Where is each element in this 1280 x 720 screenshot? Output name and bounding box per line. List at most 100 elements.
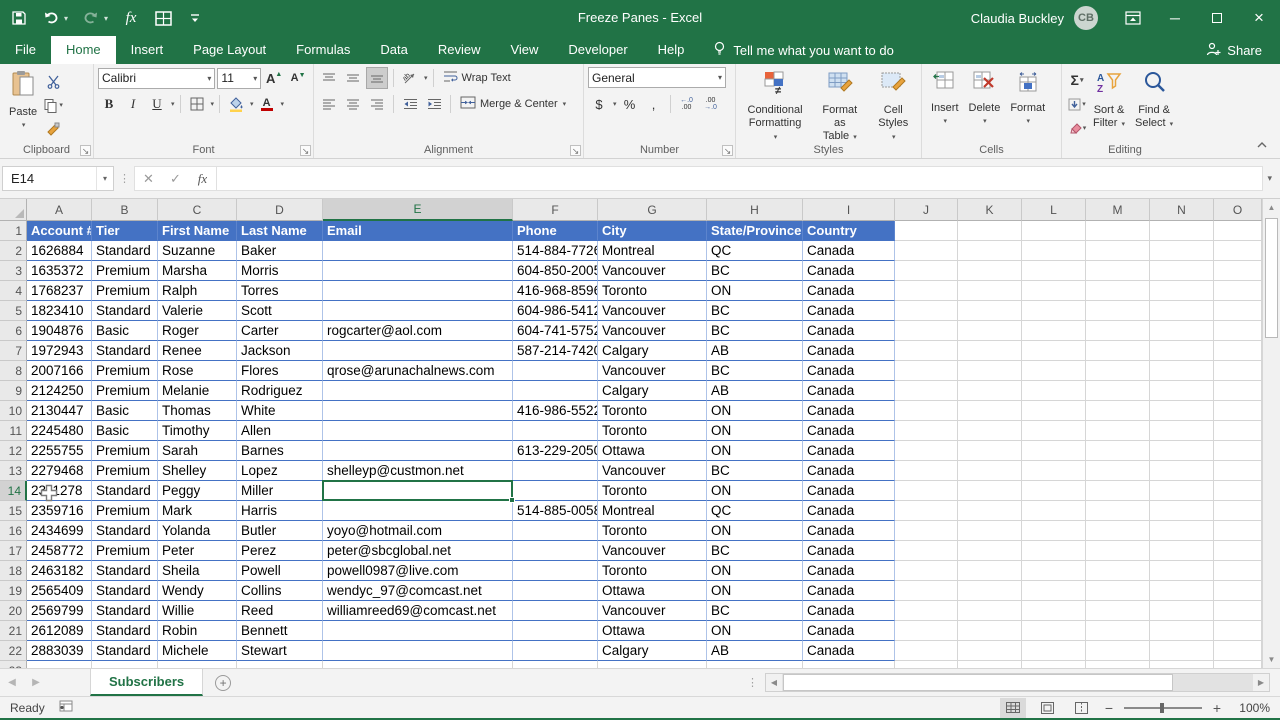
number-format-select[interactable]: General▾ xyxy=(588,67,726,88)
cell-K1[interactable] xyxy=(958,221,1022,241)
cell-A6[interactable]: 1904876 xyxy=(27,321,92,341)
cell-E4[interactable] xyxy=(323,281,513,301)
orientation-icon[interactable]: ab xyxy=(399,67,421,89)
select-all-corner[interactable] xyxy=(0,199,27,221)
cell-A7[interactable]: 1972943 xyxy=(27,341,92,361)
cell-H7[interactable]: AB xyxy=(707,341,803,361)
cell-L18[interactable] xyxy=(1022,561,1086,581)
row-header-20[interactable]: 20 xyxy=(0,601,27,621)
insert-cells-button[interactable]: Insert ▾ xyxy=(926,67,964,139)
accounting-format-icon[interactable]: $ xyxy=(588,93,610,115)
cell-G20[interactable]: Vancouver xyxy=(598,601,707,621)
format-cells-button[interactable]: Format ▾ xyxy=(1005,67,1050,139)
row-header-23[interactable]: 23 xyxy=(0,661,27,668)
cell-K7[interactable] xyxy=(958,341,1022,361)
cell-M11[interactable] xyxy=(1086,421,1150,441)
cell-G12[interactable]: Ottawa xyxy=(598,441,707,461)
cell-H6[interactable]: BC xyxy=(707,321,803,341)
cell-D12[interactable]: Barnes xyxy=(237,441,323,461)
ribbon-tab-view[interactable]: View xyxy=(495,36,553,64)
row-header-9[interactable]: 9 xyxy=(0,381,27,401)
cell-K2[interactable] xyxy=(958,241,1022,261)
cell-N1[interactable] xyxy=(1150,221,1214,241)
ribbon-tab-developer[interactable]: Developer xyxy=(553,36,642,64)
cell-N11[interactable] xyxy=(1150,421,1214,441)
row-header-1[interactable]: 1 xyxy=(0,221,27,241)
cell-D21[interactable]: Bennett xyxy=(237,621,323,641)
cell-D18[interactable]: Powell xyxy=(237,561,323,581)
cell-D17[interactable]: Perez xyxy=(237,541,323,561)
new-sheet-button[interactable]: + xyxy=(203,669,243,696)
ribbon-tab-help[interactable]: Help xyxy=(643,36,700,64)
cell-F1[interactable]: Phone xyxy=(513,221,598,241)
cell-L8[interactable] xyxy=(1022,361,1086,381)
cell-K16[interactable] xyxy=(958,521,1022,541)
undo-icon[interactable] xyxy=(42,9,60,27)
collapse-ribbon-icon[interactable] xyxy=(1256,136,1268,154)
cell-F10[interactable]: 416-986-5522 xyxy=(513,401,598,421)
cell-B21[interactable]: Standard xyxy=(92,621,158,641)
wrap-text-button[interactable]: Wrap Text xyxy=(439,68,515,88)
cell-F20[interactable] xyxy=(513,601,598,621)
cell-H13[interactable]: BC xyxy=(707,461,803,481)
cell-L22[interactable] xyxy=(1022,641,1086,661)
cell-B14[interactable]: Standard xyxy=(92,481,158,501)
cell-M8[interactable] xyxy=(1086,361,1150,381)
cell-J6[interactable] xyxy=(895,321,958,341)
cell-K23[interactable] xyxy=(958,661,1022,668)
cell-G13[interactable]: Vancouver xyxy=(598,461,707,481)
cell-I10[interactable]: Canada xyxy=(803,401,895,421)
cell-H8[interactable]: BC xyxy=(707,361,803,381)
cell-O2[interactable] xyxy=(1214,241,1262,261)
row-header-18[interactable]: 18 xyxy=(0,561,27,581)
cell-K12[interactable] xyxy=(958,441,1022,461)
formula-input[interactable] xyxy=(217,166,1263,191)
cell-N17[interactable] xyxy=(1150,541,1214,561)
cell-L4[interactable] xyxy=(1022,281,1086,301)
cell-G22[interactable]: Calgary xyxy=(598,641,707,661)
cell-E19[interactable]: wendyc_97@comcast.net xyxy=(323,581,513,601)
row-header-2[interactable]: 2 xyxy=(0,241,27,261)
cell-I19[interactable]: Canada xyxy=(803,581,895,601)
cell-D11[interactable]: Allen xyxy=(237,421,323,441)
name-box-dropdown-icon[interactable]: ▾ xyxy=(96,167,113,190)
column-header-O[interactable]: O xyxy=(1214,199,1262,221)
macro-record-icon[interactable] xyxy=(59,700,73,715)
delete-cells-button[interactable]: Delete ▾ xyxy=(964,67,1006,139)
cell-N8[interactable] xyxy=(1150,361,1214,381)
share-button[interactable]: Share xyxy=(1206,36,1262,64)
format-painter-icon[interactable] xyxy=(42,118,64,140)
normal-view-icon[interactable] xyxy=(1000,698,1026,718)
column-header-K[interactable]: K xyxy=(958,199,1022,221)
cell-E7[interactable] xyxy=(323,341,513,361)
minimize-icon[interactable]: ─ xyxy=(1154,0,1196,36)
ribbon-tab-review[interactable]: Review xyxy=(423,36,496,64)
cell-L9[interactable] xyxy=(1022,381,1086,401)
cell-I6[interactable]: Canada xyxy=(803,321,895,341)
cell-E22[interactable] xyxy=(323,641,513,661)
cell-O12[interactable] xyxy=(1214,441,1262,461)
cell-M5[interactable] xyxy=(1086,301,1150,321)
insert-function-icon[interactable]: fx xyxy=(122,9,140,27)
cell-N10[interactable] xyxy=(1150,401,1214,421)
cell-F16[interactable] xyxy=(513,521,598,541)
cell-J3[interactable] xyxy=(895,261,958,281)
cell-H20[interactable]: BC xyxy=(707,601,803,621)
cell-D9[interactable]: Rodriguez xyxy=(237,381,323,401)
fill-color-dropdown-icon[interactable]: ▾ xyxy=(250,100,254,108)
cell-O9[interactable] xyxy=(1214,381,1262,401)
font-color-icon[interactable]: A xyxy=(256,93,278,115)
column-header-E[interactable]: E xyxy=(323,199,513,221)
zoom-in-icon[interactable]: + xyxy=(1210,700,1224,716)
cell-C1[interactable]: First Name xyxy=(158,221,237,241)
row-header-7[interactable]: 7 xyxy=(0,341,27,361)
cell-J11[interactable] xyxy=(895,421,958,441)
cell-C23[interactable] xyxy=(158,661,237,668)
cell-O8[interactable] xyxy=(1214,361,1262,381)
cell-I18[interactable]: Canada xyxy=(803,561,895,581)
row-header-8[interactable]: 8 xyxy=(0,361,27,381)
cell-C17[interactable]: Peter xyxy=(158,541,237,561)
cell-A21[interactable]: 2612089 xyxy=(27,621,92,641)
cell-E17[interactable]: peter@sbcglobal.net xyxy=(323,541,513,561)
cell-L7[interactable] xyxy=(1022,341,1086,361)
